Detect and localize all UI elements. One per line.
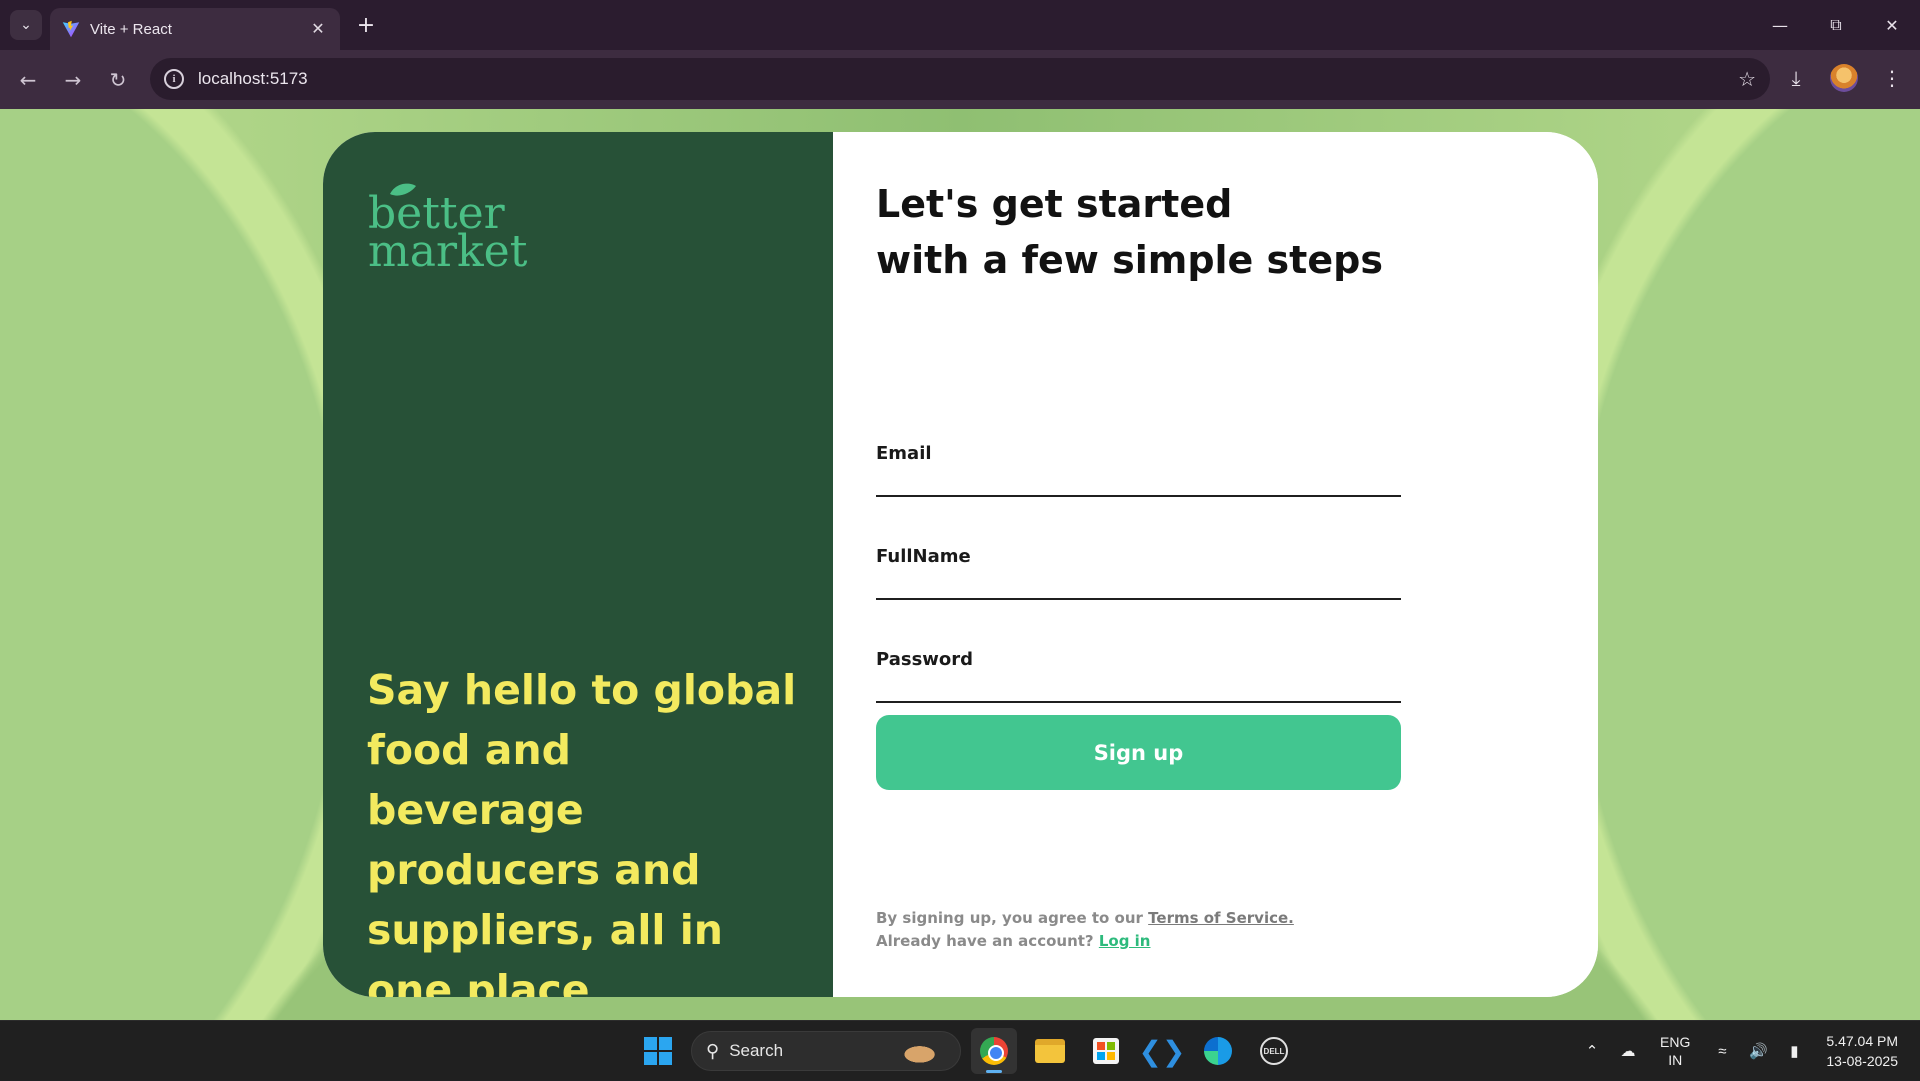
close-icon[interactable]: ✕ [308, 19, 328, 39]
password-field[interactable]: Password [876, 643, 1401, 703]
window-controls: — ⧉ ✕ [1752, 0, 1920, 50]
signup-footer: By signing up, you agree to our Terms of… [876, 907, 1294, 953]
language-code: ENG [1660, 1034, 1691, 1050]
email-label: Email [876, 443, 932, 464]
language-region: IN [1668, 1052, 1683, 1068]
terms-prefix: By signing up, you agree to our [876, 909, 1149, 927]
browser-titlebar: ⌄ Vite + React ✕ + — ⧉ ✕ [0, 0, 1920, 50]
chrome-icon [980, 1037, 1008, 1065]
search-icon: ⚲ [706, 1040, 720, 1061]
reload-icon: ↻ [109, 68, 127, 92]
language-indicator[interactable]: ENG IN [1660, 1033, 1690, 1069]
dell-taskbar-app[interactable]: DELL [1251, 1028, 1297, 1074]
wifi-icon[interactable]: ≈ [1707, 1043, 1737, 1060]
chevron-up-icon[interactable]: ⌃ [1577, 1042, 1607, 1060]
login-notice: Already have an account? Log in [876, 930, 1294, 953]
browser-toolbar: ← → ↻ i localhost:5173 ☆ ⤓ ⋮ [0, 50, 1920, 109]
form-panel: Let's get started with a few simple step… [833, 132, 1598, 997]
restore-button[interactable]: ⧉ [1808, 0, 1864, 50]
star-icon[interactable]: ☆ [1738, 67, 1756, 91]
address-bar[interactable]: i localhost:5173 ☆ [150, 58, 1770, 100]
download-icon[interactable]: ⤓ [1782, 64, 1810, 92]
password-input[interactable] [876, 677, 1401, 699]
vite-logo-icon [62, 20, 80, 38]
terms-of-service-link[interactable]: Terms of Service. [1148, 909, 1294, 927]
forward-button[interactable]: → [57, 64, 89, 96]
profile-avatar[interactable] [1830, 64, 1858, 92]
arrow-left-icon: ← [19, 68, 37, 92]
info-icon[interactable]: i [164, 69, 184, 89]
store-taskbar-app[interactable] [1083, 1028, 1129, 1074]
edge-icon [1204, 1037, 1232, 1065]
better-market-logo: better market [368, 183, 528, 270]
taskbar-search-label: Search [729, 1041, 784, 1060]
taskbar-apps: ⚲ Search ❮❯ DELL [635, 1028, 1297, 1074]
file-explorer-taskbar-app[interactable] [1027, 1028, 1073, 1074]
edge-taskbar-app[interactable] [1195, 1028, 1241, 1074]
clock-date: 13-08-2025 [1826, 1053, 1898, 1069]
terms-notice: By signing up, you agree to our Terms of… [876, 907, 1294, 930]
close-window-button[interactable]: ✕ [1864, 0, 1920, 50]
browser-tab[interactable]: Vite + React ✕ [50, 8, 340, 50]
email-input[interactable] [876, 471, 1401, 493]
dell-icon: DELL [1260, 1037, 1288, 1065]
page-title-line-1: Let's get started [876, 182, 1233, 226]
minimize-button[interactable]: — [1752, 0, 1808, 50]
clock-time: 5.47.04 PM [1826, 1033, 1898, 1049]
fullname-field[interactable]: FullName [876, 540, 1401, 600]
email-field[interactable]: Email [876, 437, 1401, 497]
chevron-down-icon: ⌄ [20, 17, 32, 33]
system-tray: ⌃ ☁ ENG IN ≈ 🔊 ▮ 5.47.04 PM 13-08-2025 [1574, 1021, 1920, 1081]
taskbar: ⚲ Search ❮❯ DELL ⌃ ☁ ENG IN ≈ 🔊 ▮ 5.47.0… [0, 1020, 1920, 1080]
chrome-taskbar-app[interactable] [971, 1028, 1017, 1074]
sign-up-button[interactable]: Sign up [876, 715, 1401, 790]
signup-card: better market Say hello to global food a… [323, 132, 1598, 997]
log-in-link[interactable]: Log in [1099, 932, 1151, 950]
vscode-taskbar-app[interactable]: ❮❯ [1138, 1028, 1186, 1074]
password-label: Password [876, 649, 974, 670]
back-button[interactable]: ← [12, 64, 44, 96]
reload-button[interactable]: ↻ [102, 64, 134, 96]
page-viewport: better market Say hello to global food a… [0, 109, 1920, 1020]
taskbar-search[interactable]: ⚲ Search [691, 1031, 961, 1071]
fullname-label: FullName [876, 546, 971, 567]
toolbar-actions: ⤓ ⋮ [1782, 64, 1906, 92]
windows-start-icon[interactable] [635, 1028, 681, 1074]
brand-panel: better market Say hello to global food a… [323, 132, 833, 997]
vscode-icon: ❮❯ [1138, 1034, 1186, 1068]
search-highlight-icon [902, 1040, 946, 1064]
page-title-line-2: with a few simple steps [876, 238, 1383, 282]
login-prefix: Already have an account? [876, 932, 1099, 950]
cloud-icon[interactable]: ☁ [1613, 1042, 1643, 1060]
tagline: Say hello to global food and beverage pr… [367, 666, 797, 997]
kebab-menu-icon[interactable]: ⋮ [1878, 64, 1906, 92]
volume-icon[interactable]: 🔊 [1743, 1042, 1773, 1060]
arrow-right-icon: → [64, 68, 82, 92]
tab-title: Vite + React [90, 20, 172, 38]
page-title: Let's get started with a few simple step… [876, 176, 1383, 288]
clock[interactable]: 5.47.04 PM 13-08-2025 [1826, 1031, 1898, 1071]
store-icon [1093, 1038, 1119, 1064]
fullname-input[interactable] [876, 574, 1401, 596]
tab-search-button[interactable]: ⌄ [10, 10, 42, 40]
plus-icon: + [356, 12, 376, 38]
new-tab-button[interactable]: + [350, 10, 382, 40]
folder-icon [1035, 1039, 1065, 1063]
logo-line-2: market [368, 226, 528, 270]
url-text[interactable]: localhost:5173 [198, 69, 1738, 89]
battery-icon[interactable]: ▮ [1779, 1042, 1809, 1060]
